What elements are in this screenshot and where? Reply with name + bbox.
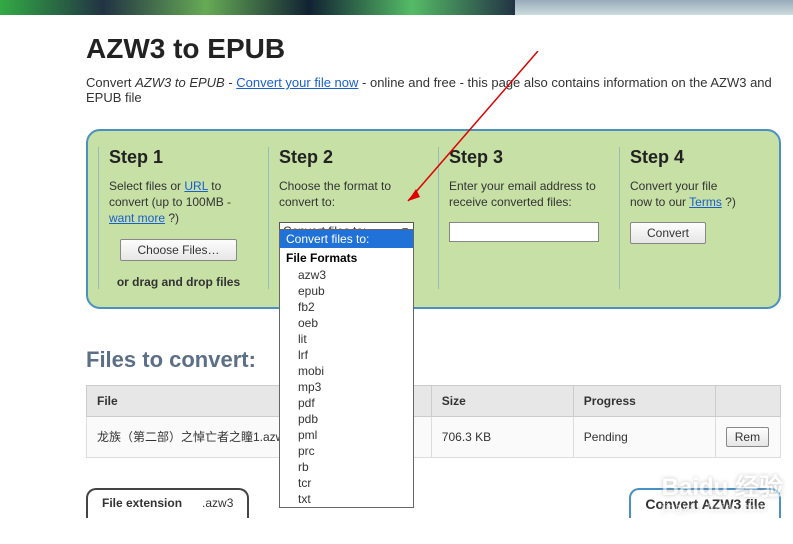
col-progress: Progress [573,385,715,416]
sub-line: Convert AZW3 to EPUB - Convert your file… [86,75,793,105]
extension-tabs: File extension .azw3 Convert AZW3 file [86,488,793,518]
dropdown-group-label: File Formats [280,248,413,267]
step-4: Step 4 Convert your file now to our Term… [619,147,749,289]
dropdown-option-epub[interactable]: epub [280,283,413,299]
dropdown-option-pdb[interactable]: pdb [280,411,413,427]
files-section-title: Files to convert: [86,347,793,373]
terms-link[interactable]: Terms [689,195,722,209]
format-dropdown[interactable]: Convert files to: File Formats azw3epubf… [279,229,414,508]
banner-right [515,0,793,15]
file-extension-value: .azw3 [202,496,233,510]
dropdown-option-mp3[interactable]: mp3 [280,379,413,395]
table-row: 龙族（第二部）之悼亡者之瞳1.azw3 706.3 KB Pending Rem [87,416,781,457]
dropdown-selected[interactable]: Convert files to: [280,230,413,248]
col-size: Size [431,385,573,416]
cell-action: Rem [715,416,780,457]
cell-progress: Pending [573,416,715,457]
table-header-row: File Size Progress [87,385,781,416]
dropdown-option-azw3[interactable]: azw3 [280,267,413,283]
drag-drop-note: or drag and drop files [109,275,248,289]
dropdown-option-mobi[interactable]: mobi [280,363,413,379]
file-extension-tab: File extension .azw3 [86,488,249,518]
steps-panel: Step 1 Select files or URL to convert (u… [86,129,781,309]
step4-desc: Convert your file now to our Terms ?) [630,178,739,210]
dropdown-option-pml[interactable]: pml [280,427,413,443]
subline-prefix: Convert [86,75,135,90]
banner-image [0,0,515,15]
email-input[interactable] [449,222,599,242]
subline-dash: - [225,75,237,90]
step3-desc: Enter your email address to receive conv… [449,178,599,210]
choose-files-button[interactable]: Choose Files… [120,239,236,261]
remove-button[interactable]: Rem [726,427,769,447]
step1-desc: Select files or URL to convert (up to 10… [109,178,248,227]
step3-title: Step 3 [449,147,599,168]
dropdown-option-txt[interactable]: txt [280,491,413,507]
step1-desc-pre: Select files or [109,179,184,193]
dropdown-option-prc[interactable]: prc [280,443,413,459]
cell-size: 706.3 KB [431,416,573,457]
step1-title: Step 1 [109,147,248,168]
col-action [715,385,780,416]
convert-now-link[interactable]: Convert your file now [236,75,358,90]
dropdown-option-lrf[interactable]: lrf [280,347,413,363]
dropdown-option-tcr[interactable]: tcr [280,475,413,491]
file-extension-label: File extension [102,496,182,510]
subline-italic: AZW3 to EPUB [135,75,225,90]
dropdown-option-pdf[interactable]: pdf [280,395,413,411]
step-3: Step 3 Enter your email address to recei… [438,147,609,289]
want-more-link[interactable]: want more [109,211,165,225]
step4-title: Step 4 [630,147,739,168]
step2-title: Step 2 [279,147,418,168]
step4-desc-post: ?) [722,195,736,209]
dropdown-option-oeb[interactable]: oeb [280,315,413,331]
page-title: AZW3 to EPUB [86,33,793,65]
step-2: Step 2 Choose the format to convert to: … [268,147,428,289]
url-link[interactable]: URL [184,179,208,193]
top-banner [0,0,793,15]
dropdown-option-lit[interactable]: lit [280,331,413,347]
dropdown-option-fb2[interactable]: fb2 [280,299,413,315]
step-1: Step 1 Select files or URL to convert (u… [98,147,258,289]
dropdown-option-rb[interactable]: rb [280,459,413,475]
step2-desc: Choose the format to convert to: [279,178,418,210]
step1-desc-post: ?) [165,211,179,225]
convert-button[interactable]: Convert [630,222,706,244]
convert-azw3-tab: Convert AZW3 file [629,488,781,518]
files-table: File Size Progress 龙族（第二部）之悼亡者之瞳1.azw3 7… [86,385,781,458]
